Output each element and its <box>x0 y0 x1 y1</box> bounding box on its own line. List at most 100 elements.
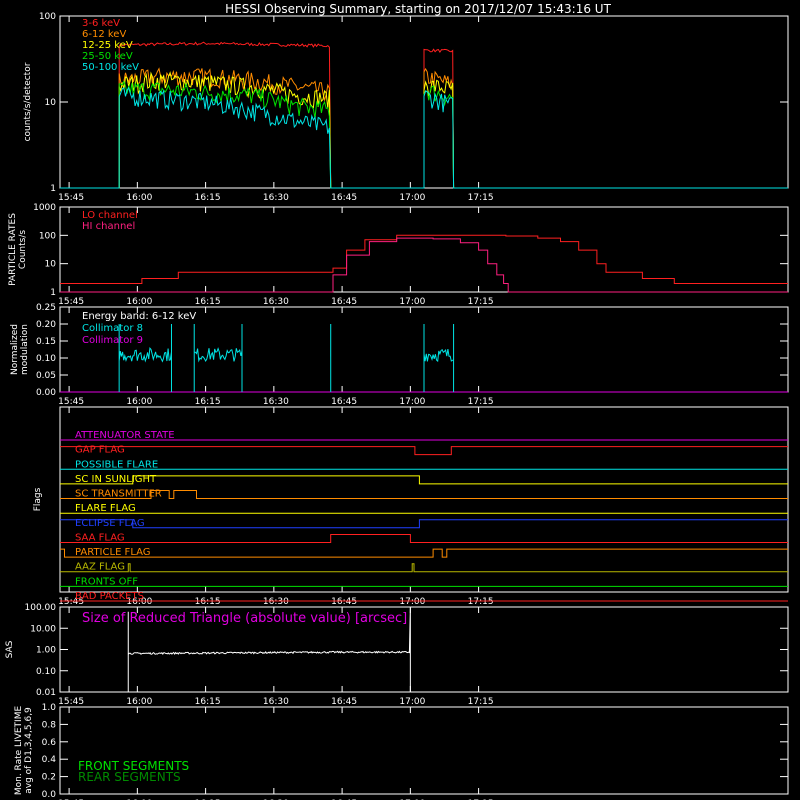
modulation-series-0 <box>118 323 455 392</box>
sas-xtick-label: 17:15 <box>468 697 494 707</box>
sas-xtick-label: 16:15 <box>195 697 221 707</box>
livetime-legend-1: REAR SEGMENTS <box>78 770 181 784</box>
flag-label-11: BAD PACKETS <box>75 591 144 602</box>
counts-ytick-label: 10 <box>45 98 57 108</box>
particle-xtick-label: 15:45 <box>58 297 84 307</box>
flag-row-3 <box>60 475 788 485</box>
livetime-ylabel-line: avg of D1,3,4,5,6,9 <box>24 707 34 794</box>
particle-xtick-label: 16:00 <box>126 297 152 307</box>
counts-xtick-label: 16:00 <box>126 193 152 203</box>
counts-series-4 <box>60 86 788 189</box>
flags-xtick-label: 16:30 <box>263 597 289 607</box>
flag-label-0: ATTENUATOR STATE <box>75 430 175 441</box>
sas-xtick-label: 16:00 <box>126 697 152 707</box>
modulation-xtick-label: 16:15 <box>195 397 221 407</box>
hessi-summary: HESSI Observing Summary, starting on 201… <box>0 0 800 800</box>
flag-label-4: SC TRANSMITTER <box>75 489 162 500</box>
counts-ylabel: counts/s/detector <box>23 62 33 141</box>
livetime-ytick-label: 0.8 <box>42 720 57 730</box>
particle-xtick-label: 17:15 <box>468 297 494 307</box>
counts-xtick-label: 15:45 <box>58 193 84 203</box>
modulation-ylabel-line: Normalized <box>10 324 20 375</box>
flags-xtick-label: 17:15 <box>468 597 494 607</box>
flag-label-7: SAA FLAG <box>75 532 125 543</box>
sas-ylabel-line: SAS <box>5 640 15 658</box>
counts-ytick-label: 100 <box>39 12 56 22</box>
sas-xtick-label: 16:45 <box>331 697 357 707</box>
plot-title: HESSI Observing Summary, starting on 201… <box>225 2 611 16</box>
counts-legend-2: 12-25 keV <box>82 40 133 51</box>
sas-ytick-label: 0.01 <box>36 688 56 698</box>
sas-ytick-label: 100.00 <box>25 603 57 613</box>
particle-xtick-label: 16:45 <box>331 297 357 307</box>
particle-ylabel-line: Counts/s <box>18 230 28 269</box>
counts-xtick-label: 17:00 <box>399 193 425 203</box>
counts-ytick-label: 1 <box>50 184 56 194</box>
flag-label-9: AAZ FLAG <box>75 562 125 573</box>
flag-row-8 <box>60 548 788 558</box>
sas-xtick-label: 17:00 <box>399 697 425 707</box>
sas-xtick-label: 16:30 <box>263 697 289 707</box>
modulation-ytick-label: 0.00 <box>36 388 56 398</box>
modulation-xtick-label: 15:45 <box>58 397 84 407</box>
counts-xtick-label: 17:15 <box>468 193 494 203</box>
flags-xtick-label: 17:00 <box>399 597 425 607</box>
flag-row-1 <box>60 446 788 456</box>
modulation-xtick-label: 16:00 <box>126 397 152 407</box>
flags-xtick-label: 16:15 <box>195 597 221 607</box>
counts-legend-1: 6-12 keV <box>82 29 126 40</box>
sas-panel: 15:45 16:00 16:15 16:30 16:45 17:00 17:15 0.01 0… <box>5 603 789 707</box>
particle-legend-0: LO channel <box>82 210 138 221</box>
flag-label-10: FRONTS OFF <box>75 576 138 587</box>
flag-label-2: POSSIBLE FLARE <box>75 459 158 470</box>
modulation-ytick-label: 0.15 <box>36 337 56 347</box>
counts-xtick-label: 16:45 <box>331 193 357 203</box>
particle-xtick-label: 17:00 <box>399 297 425 307</box>
flag-label-8: PARTICLE FLAG <box>75 547 151 558</box>
counts-panel: 15:45 16:00 16:15 16:30 16:45 17:00 17:15 1 10 10… <box>23 12 789 203</box>
modulation-ylabel: Normalizedmodulation <box>10 324 30 375</box>
particle-legend-1: HI channel <box>82 221 135 232</box>
flag-label-3: SC IN SUNLIGHT <box>75 474 157 485</box>
livetime-ytick-label: 0.0 <box>42 790 57 800</box>
counts-legend-4: 50-100 keV <box>82 62 139 73</box>
flag-label-5: FLARE FLAG <box>75 503 136 514</box>
modulation-legend-0: Collimator 8 <box>82 323 143 334</box>
sas-ytick-label: 1.00 <box>36 646 56 656</box>
counts-legend-3: 25-50 keV <box>82 51 133 62</box>
particle-frame <box>59 206 789 293</box>
modulation-panel: 15:45 16:00 16:15 16:30 16:45 17:00 17:15 0.00 0… <box>10 303 789 407</box>
modulation-xtick-label: 16:30 <box>263 397 289 407</box>
flags-ylabel-line: Flags <box>33 487 43 511</box>
particle-xtick-label: 16:30 <box>263 297 289 307</box>
flags-ylabel: Flags <box>33 487 43 511</box>
livetime-ylabel-line: Mon. Rate LIVETIME <box>14 706 24 796</box>
livetime-ytick-label: 0.6 <box>42 738 57 748</box>
sas-xtick-label: 15:45 <box>58 697 84 707</box>
sas-annotation: Size of Reduced Triangle (absolute value… <box>82 611 407 626</box>
sas-ylabel: SAS <box>5 640 15 658</box>
particle-ytick-label: 1 <box>50 288 56 298</box>
modulation-xtick-label: 16:45 <box>331 397 357 407</box>
counts-xtick-label: 16:30 <box>263 193 289 203</box>
modulation-ytick-label: 0.05 <box>36 371 56 381</box>
modulation-ytick-label: 0.20 <box>36 320 56 330</box>
flag-label-1: GAP FLAG <box>75 445 125 456</box>
sas-ytick-label: 0.10 <box>36 667 56 677</box>
livetime-ytick-label: 0.4 <box>42 755 57 765</box>
flags-panel: 15:45 16:00 16:15 16:30 16:45 17:00 17:15Flags… <box>33 406 789 607</box>
summary-plot: HESSI Observing Summary, starting on 201… <box>5 2 789 800</box>
flag-row-7 <box>60 534 788 543</box>
particle-series-0 <box>60 234 788 284</box>
particle-ytick-label: 1000 <box>33 203 56 213</box>
counts-ylabel-line: counts/s/detector <box>23 62 33 141</box>
modulation-ytick-label: 0.25 <box>36 303 56 313</box>
particle-ylabel-line: PARTICLE RATES <box>8 213 18 286</box>
particle-ylabel: PARTICLE RATESCounts/s <box>8 213 28 286</box>
modulation-ylabel-line: modulation <box>20 324 30 375</box>
flag-row-9 <box>60 563 788 573</box>
sas-ytick-label: 10.00 <box>30 624 56 634</box>
modulation-legend-1: Collimator 9 <box>82 335 143 346</box>
flags-xtick-label: 16:45 <box>331 597 357 607</box>
flag-row-4 <box>60 490 788 499</box>
